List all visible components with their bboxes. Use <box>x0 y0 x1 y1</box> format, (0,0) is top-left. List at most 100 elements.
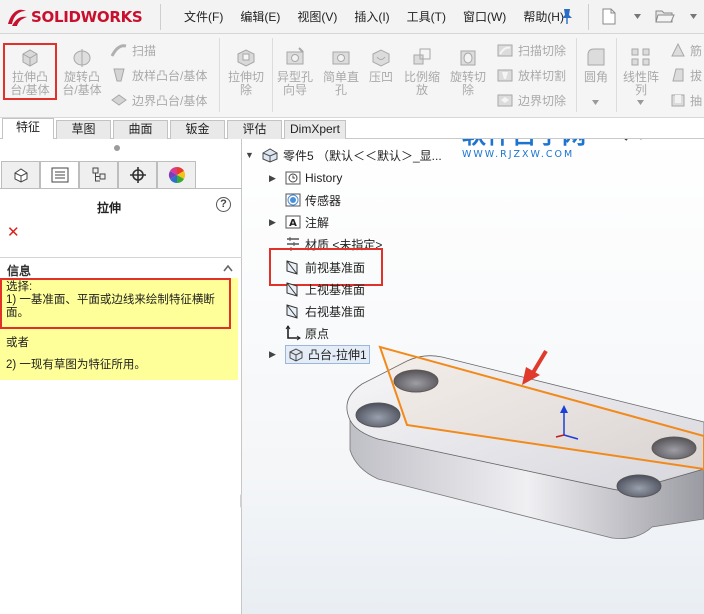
new-document-button[interactable] <box>598 6 620 26</box>
quick-access-toolbar <box>598 6 704 26</box>
tree-item-origin[interactable]: 原点 <box>285 323 329 343</box>
boundary-cut-button[interactable]: 边界切除 <box>496 92 566 108</box>
part-icon <box>262 148 278 163</box>
shell-label: 抽 <box>690 93 703 108</box>
tab-sketch[interactable]: 草图 <box>56 120 111 139</box>
indent-button[interactable]: 压凹 <box>364 46 398 84</box>
message-section-header[interactable]: 信息 <box>0 257 242 278</box>
message-section-title: 信息 <box>7 264 32 278</box>
extrude-cut-icon <box>237 49 255 67</box>
tab-surfaces[interactable]: 曲面 <box>113 120 168 139</box>
tree-item-sensors[interactable]: 传感器 <box>285 190 341 210</box>
svg-text:A: A <box>289 218 297 229</box>
new-dropdown-button[interactable] <box>626 6 648 26</box>
sweep-label: 扫描 <box>132 43 157 58</box>
dimxpert-manager-tab[interactable] <box>118 161 157 188</box>
tree-root-part[interactable]: ▼ 零件5 （默认＜＜默认＞_显... <box>245 145 442 165</box>
tree-item-right-plane[interactable]: 右视基准面 <box>285 301 365 321</box>
feature-manager-tab[interactable] <box>1 161 40 188</box>
tree-item-history[interactable]: ▶ History <box>269 168 342 188</box>
divider <box>588 4 589 30</box>
message-option-2: 2) 一现有草图为特征所用。 <box>6 359 146 371</box>
tree-item-boss-extrude-label: 凸台-拉伸1 <box>308 347 367 362</box>
lofted-cut-button[interactable]: 放样切割 <box>496 67 566 83</box>
divider <box>219 38 220 112</box>
linear-pattern-button[interactable]: 线性阵 列 <box>620 46 662 97</box>
scale-label: 比例缩 放 <box>403 70 440 97</box>
menu-view[interactable]: 视图(V) <box>297 8 337 25</box>
expand-arrow-icon[interactable]: ▶ <box>269 349 279 360</box>
scale-icon <box>413 48 431 65</box>
previous-view-icon[interactable] <box>635 139 655 141</box>
swept-cut-button[interactable]: 扫描切除 <box>496 42 566 58</box>
loft-boss-button[interactable]: 放样凸台/基体 <box>110 67 207 83</box>
revolve-boss-button[interactable]: 旋转凸 台/基体 <box>58 46 106 97</box>
expand-arrow-icon[interactable]: ▶ <box>269 173 279 184</box>
section-view-icon[interactable] <box>661 139 681 141</box>
linear-pattern-icon <box>631 48 650 66</box>
graphics-area[interactable]: 软件自学网 WWW.RJZXW.COM ▼ 零件5 （默认＜＜默认＞_显... … <box>242 139 704 614</box>
configuration-manager-tab[interactable] <box>79 161 118 188</box>
solidworks-logo[interactable]: SOLIDWORKS <box>6 4 154 30</box>
heads-up-view-toolbar <box>609 139 681 141</box>
tab-features[interactable]: 特征 <box>2 118 54 139</box>
loft-boss-icon <box>113 68 125 82</box>
main-menu: 文件(F) 编辑(E) 视图(V) 插入(I) 工具(T) 窗口(W) 帮助(H… <box>184 8 581 25</box>
lofted-cut-label: 放样切割 <box>518 68 567 83</box>
menu-insert[interactable]: 插入(I) <box>354 8 389 25</box>
history-icon <box>285 171 301 185</box>
tab-evaluate[interactable]: 评估 <box>227 120 282 139</box>
menu-tools[interactable]: 工具(T) <box>407 8 446 25</box>
property-manager-tab[interactable] <box>40 161 79 188</box>
color-wheel-icon <box>168 166 185 184</box>
chevron-down-icon[interactable] <box>592 100 599 105</box>
ds-logo-icon <box>8 9 27 26</box>
tree-item-history-label: History <box>305 171 343 185</box>
zoom-to-area-icon[interactable] <box>609 139 629 141</box>
menu-edit[interactable]: 编辑(E) <box>240 8 280 25</box>
rib-button[interactable]: 筋 <box>670 42 702 58</box>
boundary-cut-label: 边界切除 <box>518 93 567 108</box>
tree-item-annotations[interactable]: ▶ A 注解 <box>269 212 329 232</box>
draft-button[interactable]: 拔 <box>670 67 702 83</box>
menu-bar: SOLIDWORKS 文件(F) 编辑(E) 视图(V) 插入(I) 工具(T)… <box>0 0 704 34</box>
open-button[interactable] <box>654 6 676 26</box>
sweep-button[interactable]: 扫描 <box>110 42 156 58</box>
hole-wizard-button[interactable]: 异型孔 向导 <box>274 46 316 97</box>
selected-feature[interactable]: 凸台-拉伸1 <box>285 344 370 364</box>
origin-icon <box>285 325 301 341</box>
extrude-cut-button[interactable]: 拉伸切 除 <box>222 46 270 97</box>
pin-icon[interactable] <box>561 8 573 24</box>
chevron-down-icon[interactable] <box>637 100 644 105</box>
tree-item-right-plane-label: 右视基准面 <box>305 304 366 319</box>
menu-help[interactable]: 帮助(H) <box>523 8 564 25</box>
cancel-button[interactable]: ✕ <box>7 223 20 241</box>
panel-grip[interactable] <box>114 145 120 151</box>
open-dropdown-button[interactable] <box>682 6 704 26</box>
tree-item-boss-extrude[interactable]: ▶ 凸台-拉伸1 <box>269 344 370 364</box>
revolve-cut-button[interactable]: 旋转切 除 <box>446 46 490 97</box>
indent-icon <box>372 49 390 67</box>
boundary-boss-button[interactable]: 边界凸台/基体 <box>110 92 207 108</box>
menu-file[interactable]: 文件(F) <box>184 8 223 25</box>
tab-dimxpert[interactable]: DimXpert <box>284 120 346 139</box>
shell-button[interactable]: 抽 <box>670 92 702 108</box>
tab-sheet-metal[interactable]: 钣金 <box>170 120 225 139</box>
expand-arrow-icon[interactable]: ▶ <box>269 217 279 228</box>
message-or: 或者 <box>6 337 29 349</box>
open-folder-icon <box>655 10 675 23</box>
chevron-down-icon <box>633 13 641 19</box>
collapse-arrow-icon[interactable]: ▼ <box>245 150 255 160</box>
shell-icon <box>671 94 685 107</box>
lofted-cut-icon <box>497 69 513 82</box>
help-button[interactable]: ? <box>216 197 231 212</box>
tree-item-top-plane[interactable]: 上视基准面 <box>285 279 365 299</box>
display-manager-tab[interactable] <box>157 161 196 188</box>
hole-wizard-icon <box>286 47 304 65</box>
scale-button[interactable]: 比例缩 放 <box>400 46 444 97</box>
menu-window[interactable]: 窗口(W) <box>463 8 506 25</box>
annotation-icon: A <box>285 215 301 229</box>
fillet-button[interactable]: 圆角 <box>580 46 612 84</box>
simple-hole-button[interactable]: 简单直 孔 <box>320 46 362 97</box>
simple-hole-icon <box>332 51 350 65</box>
